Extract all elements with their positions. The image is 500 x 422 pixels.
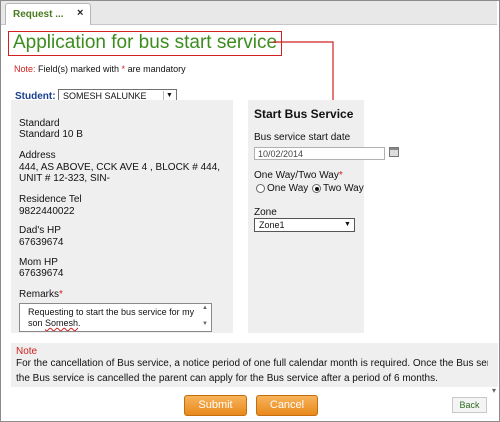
mom-hp-label: Mom HP xyxy=(19,257,58,268)
required-star: * xyxy=(59,289,63,300)
note-label: Note: xyxy=(14,64,36,74)
standard-value: Standard 10 B xyxy=(19,129,83,140)
cancel-button[interactable]: Cancel xyxy=(256,395,318,416)
chevron-down-icon: ▼ xyxy=(344,221,351,228)
zone-select[interactable]: Zone1 ▼ xyxy=(254,218,355,232)
address-label: Address xyxy=(19,150,56,161)
start-date-input[interactable]: 10/02/2014 xyxy=(254,147,385,160)
remarks-textarea[interactable]: Requesting to start the bus service for … xyxy=(19,303,212,332)
remarks-label: Remarks* xyxy=(19,289,63,300)
note-line-1: For the cancellation of Bus service, a n… xyxy=(16,358,488,369)
dad-hp-label: Dad's HP xyxy=(19,225,61,236)
address-line-1: 444, AS ABOVE, CCK AVE 4 , BLOCK # 444, xyxy=(19,162,221,173)
note-text-a: Field(s) marked with xyxy=(35,64,122,74)
required-star: * xyxy=(338,170,343,181)
note-text-b: are mandatory xyxy=(125,64,186,74)
dad-hp-value: 67639674 xyxy=(19,237,64,248)
mandatory-note: Note: Field(s) marked with * are mandato… xyxy=(14,64,186,74)
one-way-label: One Way xyxy=(267,183,309,194)
one-way-radio[interactable] xyxy=(256,184,265,193)
mouse-cursor-icon: ▾ xyxy=(492,386,497,395)
address-line-2: UNIT # 12-323, SIN- xyxy=(19,173,110,184)
scroll-up-icon[interactable]: ▲ xyxy=(202,305,208,311)
scroll-down-icon[interactable]: ▼ xyxy=(202,321,208,327)
zone-selected-value: Zone1 xyxy=(259,220,285,230)
residence-tel-value: 9822440022 xyxy=(19,206,75,217)
back-button[interactable]: Back xyxy=(452,397,487,413)
note-title: Note xyxy=(16,346,38,357)
remarks-text: Requesting to start the bus service for … xyxy=(28,307,195,328)
chevron-down-icon: ▼ xyxy=(163,91,175,100)
date-label: Bus service start date xyxy=(254,132,351,143)
residence-tel-label: Residence Tel xyxy=(19,194,82,205)
two-way-label: Two Way xyxy=(323,183,364,194)
standard-label: Standard xyxy=(19,118,60,129)
way-label: One Way/Two Way* xyxy=(254,170,343,181)
zone-label: Zone xyxy=(254,207,277,218)
submit-button[interactable]: Submit xyxy=(184,395,247,416)
calendar-icon[interactable] xyxy=(389,147,399,157)
two-way-radio[interactable] xyxy=(312,184,321,193)
note-line-2: the Bus service is cancelled the parent … xyxy=(16,373,438,384)
start-bus-heading: Start Bus Service xyxy=(254,107,354,121)
mom-hp-value: 67639674 xyxy=(19,268,64,279)
remarks-scrollbar[interactable]: ▲ ▼ xyxy=(201,305,210,330)
